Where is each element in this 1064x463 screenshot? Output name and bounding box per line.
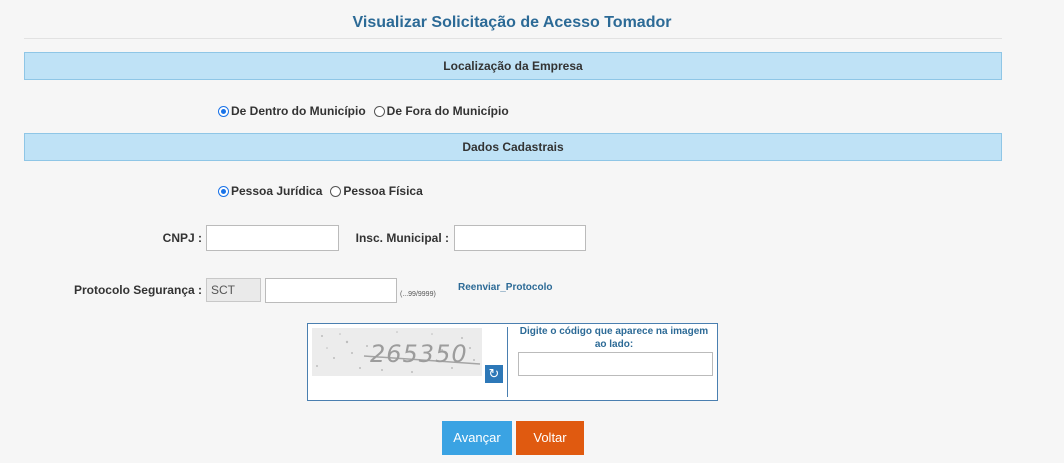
captcha-image: 265350 <box>312 328 482 376</box>
insc-municipal-label: Insc. Municipal : <box>355 231 449 245</box>
radio-pessoa-juridica[interactable] <box>218 185 229 197</box>
protocolo-input[interactable] <box>265 278 397 303</box>
radio-label-inside[interactable]: De Dentro do Município <box>231 104 366 118</box>
radio-label-fisica[interactable]: Pessoa Física <box>343 184 422 198</box>
radio-outside-municipality[interactable] <box>373 105 385 117</box>
next-button[interactable]: Avançar <box>442 421 512 455</box>
page-title: Visualizar Solicitação de Acesso Tomador <box>352 14 672 31</box>
protocolo-label: Protocolo Segurança : <box>73 283 202 297</box>
radio-pessoa-fisica[interactable] <box>330 185 342 197</box>
section-header-registration: Dados Cadastrais <box>24 133 1002 161</box>
back-button[interactable]: Voltar <box>516 421 584 455</box>
refresh-icon[interactable]: ↻ <box>485 365 503 383</box>
resend-protocol-link[interactable]: Reenviar_Protocolo <box>458 282 552 293</box>
title-divider <box>24 38 1002 39</box>
captcha-code-text: 265350 <box>370 340 468 368</box>
cnpj-input[interactable] <box>206 225 339 251</box>
insc-municipal-input[interactable] <box>454 225 586 251</box>
radio-label-juridica[interactable]: Pessoa Jurídica <box>231 184 322 198</box>
person-type-radio-group: Pessoa Jurídica Pessoa Física <box>218 184 431 198</box>
protocolo-prefix-field: SCT <box>206 278 261 302</box>
captcha-panel: 265350 ↻ Digite o código que aparece na … <box>307 323 718 401</box>
cnpj-label: CNPJ : <box>162 231 202 245</box>
protocolo-format-hint: (...99/9999) <box>400 291 436 298</box>
captcha-divider <box>507 327 508 397</box>
radio-label-outside[interactable]: De Fora do Município <box>387 104 509 118</box>
captcha-instruction: Digite o código que aparece na imagem ao… <box>519 326 709 350</box>
captcha-input[interactable] <box>518 352 713 376</box>
section-header-location: Localização da Empresa <box>24 52 1002 80</box>
radio-inside-municipality[interactable] <box>218 105 229 117</box>
location-radio-group: De Dentro do Município De Fora do Municí… <box>218 104 517 118</box>
